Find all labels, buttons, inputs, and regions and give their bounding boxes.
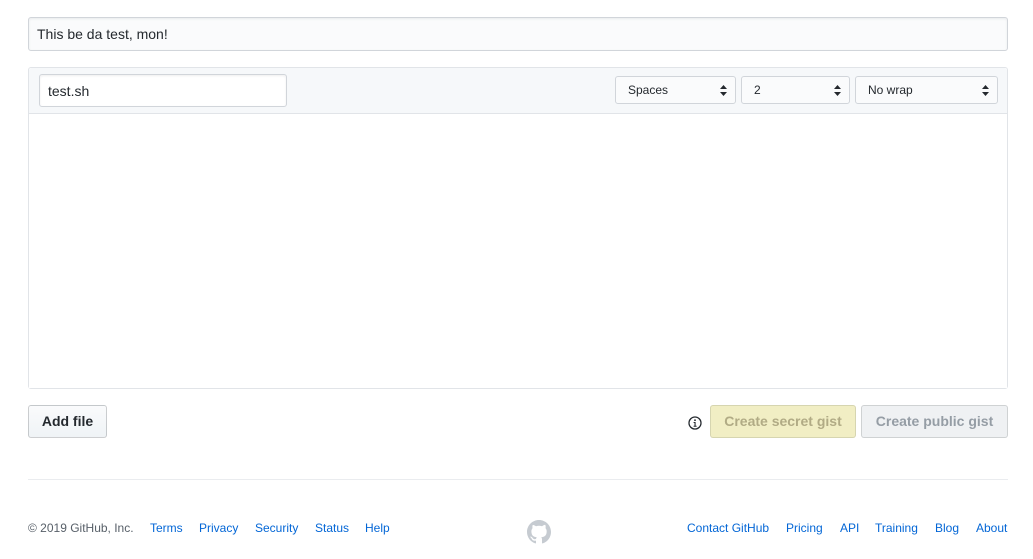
- footer-link-security[interactable]: Security: [255, 521, 298, 535]
- github-mark-icon[interactable]: [527, 520, 551, 544]
- footer-link-terms[interactable]: Terms: [150, 521, 183, 535]
- footer-divider: [28, 479, 1008, 480]
- footer-copyright: © 2019 GitHub, Inc.: [28, 521, 134, 535]
- add-file-button[interactable]: Add file: [28, 405, 107, 438]
- footer-link-privacy[interactable]: Privacy: [199, 521, 238, 535]
- select-caret-icon: [982, 85, 989, 96]
- footer-link-about[interactable]: About: [976, 521, 1007, 535]
- indent-size-value: 2: [754, 83, 761, 97]
- filename-input[interactable]: [39, 74, 287, 107]
- footer-link-status[interactable]: Status: [315, 521, 349, 535]
- footer-link-training[interactable]: Training: [875, 521, 918, 535]
- file-header: Spaces 2 No wrap: [29, 68, 1007, 114]
- info-icon: [688, 416, 702, 430]
- gist-description-input[interactable]: [28, 17, 1008, 51]
- indent-mode-value: Spaces: [628, 83, 669, 97]
- create-secret-gist-button[interactable]: Create secret gist: [710, 405, 856, 438]
- indent-mode-select[interactable]: Spaces: [615, 76, 736, 104]
- footer-link-contact-github[interactable]: Contact GitHub: [687, 521, 769, 535]
- footer-link-help[interactable]: Help: [365, 521, 390, 535]
- footer-link-pricing[interactable]: Pricing: [786, 521, 823, 535]
- wrap-mode-select[interactable]: No wrap: [855, 76, 998, 104]
- select-caret-icon: [834, 85, 841, 96]
- create-public-gist-button[interactable]: Create public gist: [861, 405, 1008, 438]
- indent-size-select[interactable]: 2: [741, 76, 850, 104]
- code-editor[interactable]: [29, 114, 1007, 388]
- wrap-mode-value: No wrap: [868, 83, 913, 97]
- footer-link-blog[interactable]: Blog: [935, 521, 959, 535]
- footer-link-api[interactable]: API: [840, 521, 859, 535]
- select-caret-icon: [720, 85, 727, 96]
- gist-file-box: Spaces 2 No wrap: [28, 67, 1008, 389]
